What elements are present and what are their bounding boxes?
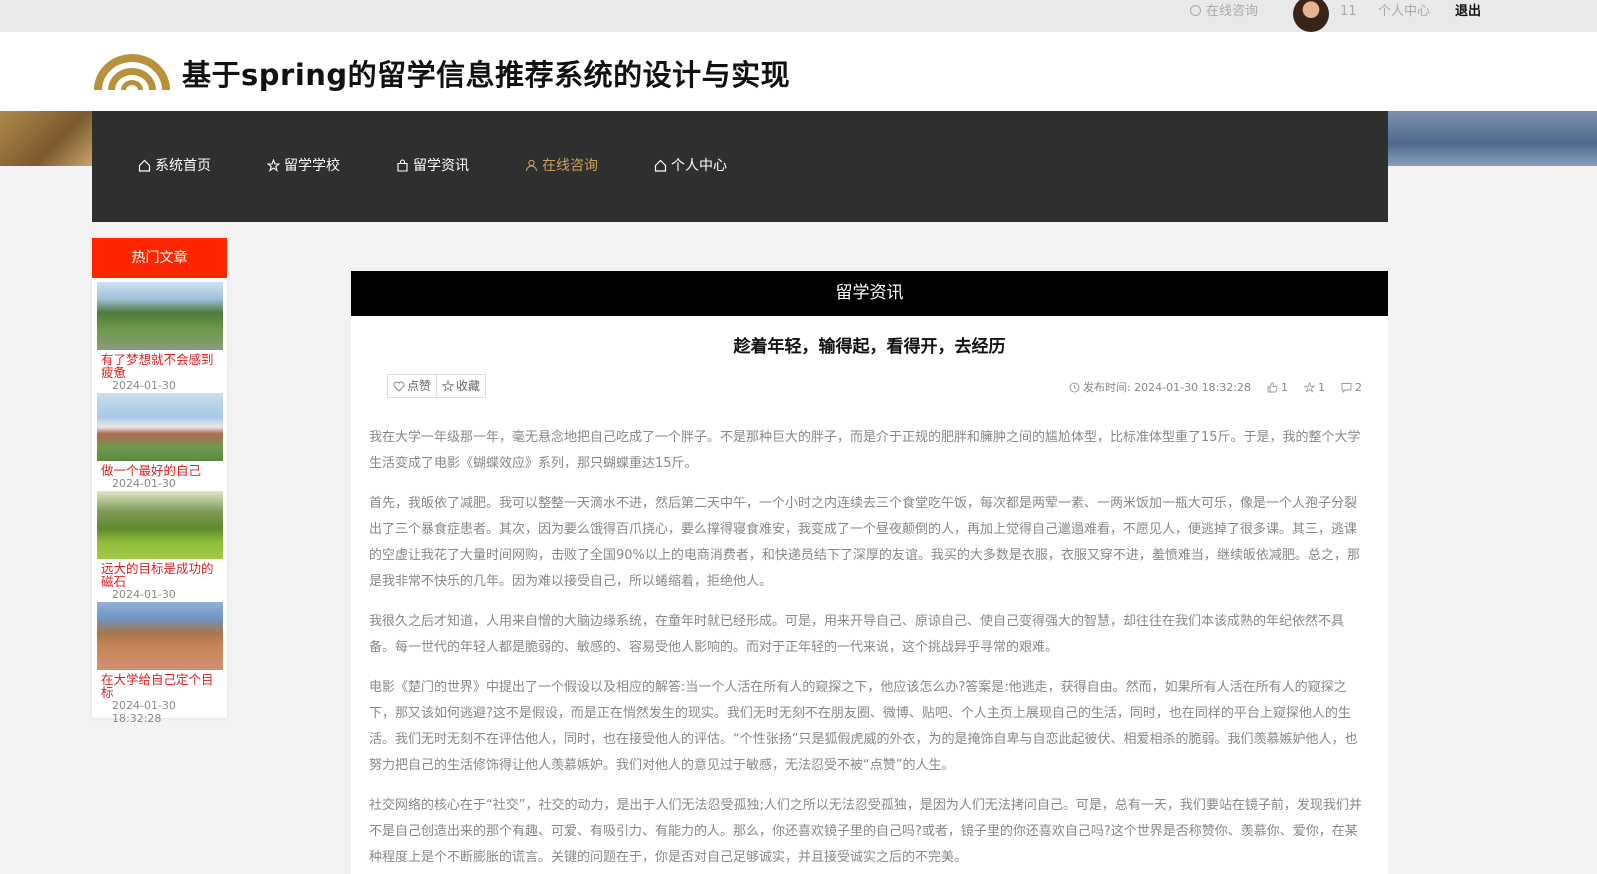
avatar[interactable]: [1293, 0, 1329, 32]
hot-article-title[interactable]: 在大学给自己定个目标: [101, 673, 223, 699]
section-title: 留学资讯: [351, 271, 1388, 316]
star-icon: [267, 158, 280, 172]
hot-article-date: 2024-01-30 18:32:28: [112, 699, 176, 725]
bag-icon: [397, 158, 408, 172]
publish-time: 发布时间: 2024-01-30 18:32:28: [1069, 379, 1251, 395]
article-paragraph: 电影《楚门的世界》中提出了一个假设以及相应的解答:当一个人活在所有人的窥探之下，…: [369, 680, 1358, 773]
user-icon: [525, 159, 538, 171]
nav-item-home[interactable]: 系统首页: [138, 155, 211, 175]
article-content: 我在大学一年级那一年，毫无悬念地把自己吃成了一个胖子。不是那种巨大的胖子，而是介…: [369, 425, 1369, 874]
star-icon: [442, 380, 455, 392]
site-header: 基于spring的留学信息推荐系统的设计与实现: [0, 32, 1597, 111]
article-thumbnail[interactable]: [97, 393, 223, 461]
like-count: 1: [1267, 381, 1288, 394]
hot-article-title[interactable]: 做一个最好的自己: [101, 464, 223, 477]
consult-link[interactable]: 在线咨询: [1190, 3, 1258, 21]
thumbs-up-icon: [1267, 381, 1278, 392]
star-count: 1: [1304, 381, 1325, 394]
home-icon: [654, 159, 667, 172]
nav-item-schools[interactable]: 留学学校: [267, 155, 340, 175]
star-icon: [1304, 381, 1315, 393]
username: 11: [1340, 4, 1357, 19]
article-paragraph: 我很久之后才知道，人用来自憎的大脑边缘系统，在童年时就已经形成。可是，用来开导自…: [369, 614, 1345, 655]
logout-link[interactable]: 退出: [1455, 3, 1481, 21]
article-meta: 发布时间: 2024-01-30 18:32:28 1 1 2: [1069, 379, 1362, 395]
article-panel: 留学资讯 趁着年轻，输得起，看得开，去经历 点赞 收藏 发布时间: 2024-0…: [351, 271, 1388, 874]
comment-count: 2: [1341, 381, 1362, 394]
hot-article-title[interactable]: 有了梦想就不会感到疲惫: [101, 353, 223, 379]
hot-articles-sidebar: 热门文章 有了梦想就不会感到疲惫 2024-01-30 18:32:28 做一个…: [92, 238, 227, 725]
logo-icon: [94, 54, 170, 90]
article-title: 趁着年轻，输得起，看得开，去经历: [733, 337, 1006, 357]
banner-image-left: [0, 111, 92, 166]
user-circle-icon: [1190, 5, 1201, 16]
home-icon: [138, 159, 151, 172]
hot-article-title[interactable]: 远大的目标是成功的磁石: [101, 562, 223, 588]
heart-icon: [393, 381, 405, 392]
clock-icon: [1069, 382, 1080, 392]
comment-icon: [1341, 382, 1352, 393]
hot-article-item[interactable]: 有了梦想就不会感到疲惫 2024-01-30 18:32:28: [97, 282, 223, 405]
article-paragraph: 社交网络的核心在于“社交”，社交的动力，是出于人们无法忍受孤独;人们之所以无法忍…: [369, 798, 1362, 865]
top-bar: 在线咨询 11 个人中心 退出: [0, 0, 1597, 32]
nav-item-consult[interactable]: 在线咨询: [525, 155, 598, 175]
sidebar-title: 热门文章: [92, 238, 227, 278]
hot-article-item[interactable]: 做一个最好的自己 2024-01-30 18:32:28: [97, 393, 223, 503]
banner-image-right: [1387, 111, 1597, 166]
like-button[interactable]: 点赞: [387, 374, 438, 398]
article-thumbnail[interactable]: [97, 602, 223, 670]
article-paragraph: 首先，我皈依了减肥。我可以整整一天滴水不进，然后第二天中午，一个小时之内连续去三…: [369, 496, 1360, 589]
article-paragraph: 我在大学一年级那一年，毫无悬念地把自己吃成了一个胖子。不是那种巨大的胖子，而是介…: [369, 430, 1361, 471]
article-thumbnail[interactable]: [97, 491, 223, 559]
article-thumbnail[interactable]: [97, 282, 223, 350]
hot-article-item[interactable]: 远大的目标是成功的磁石 2024-01-30 18:32:28: [97, 491, 223, 614]
hot-article-item[interactable]: 在大学给自己定个目标 2024-01-30 18:32:28: [97, 602, 223, 725]
collect-button[interactable]: 收藏: [437, 374, 487, 398]
article-actions: 点赞 收藏: [387, 374, 487, 398]
main-nav: 系统首页 留学学校 留学资讯 在线咨询 个人中心: [92, 111, 1388, 222]
user-center-link[interactable]: 个人中心: [1378, 3, 1430, 21]
site-title: 基于spring的留学信息推荐系统的设计与实现: [182, 58, 791, 92]
nav-item-news[interactable]: 留学资讯: [396, 155, 469, 175]
nav-item-user-center[interactable]: 个人中心: [654, 155, 727, 175]
